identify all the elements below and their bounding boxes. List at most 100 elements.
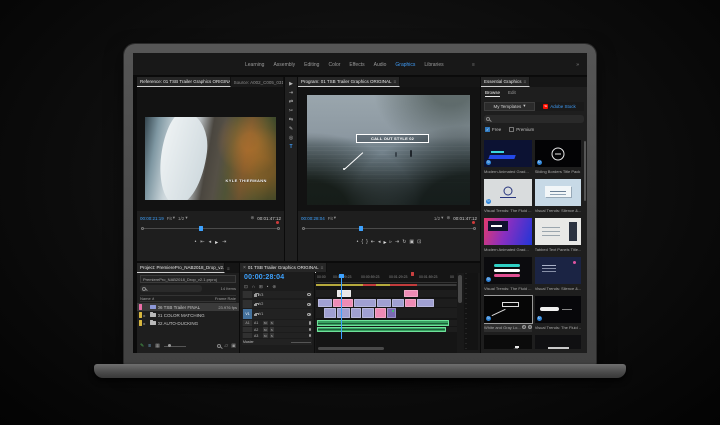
template-card[interactable]: ↻ Visual Trends: The Fluid ... ↻ ⊛ — [535, 296, 581, 332]
workspace-tab[interactable]: Color — [328, 62, 340, 68]
voiceover-record-icon[interactable] — [309, 334, 311, 338]
label-color-chip[interactable] — [139, 304, 142, 310]
template-card[interactable]: ↻ Tabbed Text Panels Title... ↻ ⊛ — [535, 218, 581, 254]
play-button[interactable]: ▸ — [383, 239, 386, 246]
timeline-settings-icon[interactable]: ⊡ — [244, 284, 248, 290]
hand-tool[interactable]: ◎ — [289, 136, 293, 141]
twirl-icon[interactable]: ▸ — [144, 313, 148, 318]
track-visibility-icon[interactable] — [307, 313, 312, 316]
template-card[interactable]: ↻ White and Gray Lo... ↻ ⊛ — [484, 296, 532, 332]
template-card[interactable]: ↻ Visual Trends: Silence &... ↻ ⊛ — [535, 257, 581, 293]
source-patch-badge[interactable] — [243, 327, 252, 332]
sync-icon[interactable]: ↻ — [522, 325, 526, 329]
template-card[interactable]: ↻ ↻ ⊛ — [535, 335, 581, 349]
playback-resolution-dropdown[interactable]: 1/2▾ — [178, 215, 188, 221]
go-to-out-button[interactable]: ⇥ — [395, 239, 399, 245]
tab-program[interactable]: Program: 01 TSB Trailer Graphics ORIGINA… — [298, 77, 400, 87]
workspace-tab[interactable]: Learning — [245, 62, 264, 68]
settings-wrench-icon[interactable]: ⊛ — [446, 215, 450, 221]
column-frame-rate[interactable]: Frame Rate — [215, 296, 236, 301]
play-button[interactable]: ▸ — [215, 239, 218, 246]
mute-button[interactable]: M — [263, 321, 268, 326]
my-templates-dropdown[interactable]: My Templates ▾ — [484, 102, 535, 111]
go-to-out-button[interactable]: ⇥ — [222, 239, 226, 245]
timeline-ruler[interactable]: 00:0000:00:29:2300:00:59:2300:01:29:2300… — [316, 274, 457, 283]
settings-icon[interactable]: ⊛ — [528, 325, 532, 329]
label-color-chip[interactable] — [139, 312, 142, 318]
twirl-icon[interactable]: ▸ — [144, 321, 148, 326]
lock-icon[interactable] — [254, 304, 257, 307]
video-track-header[interactable]: V2 — [242, 300, 312, 308]
master-track-header[interactable]: Master — [242, 339, 312, 345]
timeline-display-settings-icon[interactable]: ⊛ — [272, 284, 276, 290]
add-marker-button[interactable]: • — [195, 239, 197, 245]
timeline-horizontal-scrollbar[interactable] — [318, 347, 384, 350]
timeline-clip[interactable] — [375, 308, 386, 318]
find-icon[interactable] — [217, 344, 221, 348]
go-to-in-button[interactable]: ⇤ — [371, 239, 375, 245]
workspace-tab[interactable]: Graphics — [395, 62, 415, 68]
tab-edit[interactable]: Edit — [508, 90, 516, 97]
playhead-handle[interactable] — [199, 226, 203, 231]
checkbox-unchecked-icon[interactable] — [509, 127, 514, 132]
step-back-button[interactable]: ◂ — [209, 239, 212, 245]
master-gain-slider[interactable] — [291, 342, 311, 343]
tab-project[interactable]: Project: PremierePro_NAB2018_Drop_v2.1 — [137, 263, 225, 273]
fit-dropdown[interactable]: Fit▾ — [328, 215, 336, 221]
template-card[interactable]: ↻ ↻ ⊛ — [484, 335, 532, 349]
project-search-input[interactable] — [140, 285, 202, 292]
loop-button[interactable]: ↻ — [402, 239, 406, 245]
workspace-tab[interactable]: Assembly — [273, 62, 295, 68]
source-patch-badge[interactable] — [243, 291, 252, 298]
workspace-menu-icon[interactable]: ≡ — [472, 62, 475, 68]
solo-button[interactable]: S — [270, 321, 275, 326]
step-forward-button[interactable]: ▹ — [389, 239, 392, 245]
template-card[interactable]: ↻ Sliding Borders Title Pack ↻ ⊛ — [535, 140, 581, 176]
mute-button[interactable]: M — [263, 333, 268, 338]
safe-margins-button[interactable]: ▣ — [409, 239, 414, 245]
solo-button[interactable]: S — [270, 333, 275, 338]
template-card[interactable]: ↻ Modern Animated Grad... ↻ ⊛ — [484, 140, 532, 176]
template-card[interactable]: ↻ Modern Animated Grad... ↻ ⊛ — [484, 218, 532, 254]
track-visibility-icon[interactable] — [307, 293, 312, 296]
timeline-clip[interactable] — [387, 308, 396, 318]
timeline-clip[interactable] — [362, 308, 374, 318]
mark-out-button[interactable]: } — [366, 239, 368, 245]
template-card[interactable]: ↻ Visual Trends: The Fluid ... ↻ ⊛ — [484, 179, 532, 215]
project-row[interactable]: 06 TSB Trailer FINAL 23.976 fps — [137, 303, 239, 311]
step-back-button[interactable]: ◂ — [378, 239, 381, 245]
filter-premium[interactable]: Premium — [509, 127, 534, 132]
video-track-header[interactable]: V3 — [242, 291, 312, 298]
slip-tool[interactable]: ⇆ — [289, 118, 293, 123]
playback-resolution-dropdown[interactable]: 1/2▾ — [434, 215, 444, 221]
item-label[interactable]: 02 AUTO-DUCKING — [158, 321, 236, 326]
audio-track-header[interactable]: A2 M S — [242, 327, 312, 332]
tab-essential-graphics[interactable]: Essential Graphics ≡ — [481, 77, 530, 87]
timeline-clip[interactable] — [318, 299, 332, 307]
voiceover-record-icon[interactable] — [309, 321, 311, 325]
tab-browse[interactable]: Browse — [485, 90, 500, 97]
timeline-vertical-scrollbar[interactable] — [458, 275, 462, 303]
sequence-timecode[interactable]: 00:00:28:04 — [244, 274, 284, 281]
solo-button[interactable]: S — [270, 327, 275, 332]
timeline-clip[interactable] — [354, 299, 376, 307]
timeline-clip[interactable] — [405, 299, 416, 307]
tab-reference[interactable]: Reference: 01 TSB Trailer Graphics ORIGI… — [137, 77, 231, 87]
timeline-clip[interactable] — [337, 308, 350, 318]
export-frame-button[interactable]: ⊡ — [417, 239, 421, 245]
source-patch-badge[interactable]: V1 — [243, 309, 252, 319]
audio-track-header[interactable]: A3 M S — [242, 333, 312, 338]
list-view-icon[interactable]: ≡ — [148, 343, 151, 349]
timeline-clip[interactable] — [324, 308, 336, 318]
video-track-header[interactable]: V1 V1 — [242, 309, 312, 319]
mark-in-button[interactable]: { — [361, 239, 363, 245]
icon-view-icon[interactable]: ▦ — [155, 343, 160, 349]
settings-wrench-icon[interactable]: ⊛ — [250, 215, 254, 221]
new-bin-icon[interactable]: ▱ — [224, 343, 228, 349]
workspace-tab[interactable]: Editing — [304, 62, 319, 68]
project-file-breadcrumb[interactable]: PremierePro_NAB2018_Drop_v2.1.prproj — [140, 275, 236, 283]
timeline-clip[interactable] — [333, 299, 353, 307]
audio-clip[interactable] — [317, 320, 449, 326]
audio-track-header[interactable]: A1 A1 M S — [242, 320, 312, 326]
snap-icon[interactable]: ∩ — [252, 284, 255, 290]
